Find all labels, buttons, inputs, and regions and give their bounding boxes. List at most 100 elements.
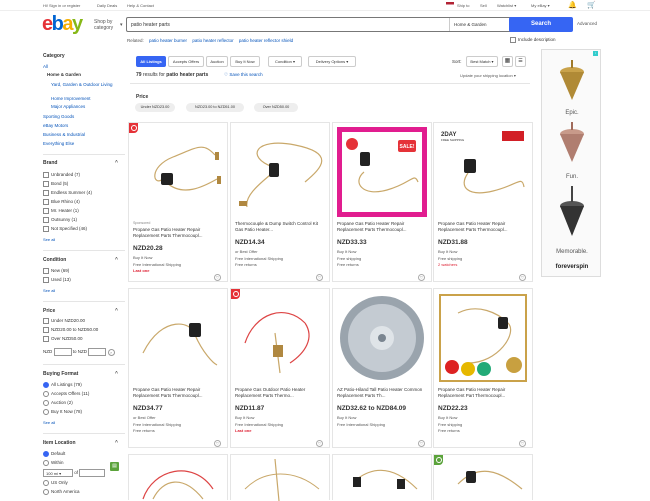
sign-in-link[interactable]: Hi! Sign in or register xyxy=(43,3,80,8)
price-option[interactable]: NZD20.00 to NZD50.00 xyxy=(43,327,98,333)
shop-by-category-button[interactable]: Shop by category ▾ xyxy=(94,19,123,31)
condition-heading[interactable]: Condition ^ xyxy=(43,257,125,263)
brand-option[interactable]: Outsunny (1) xyxy=(43,217,77,223)
see-all-link[interactable]: See all xyxy=(43,420,55,425)
brand-option[interactable]: Unbranded (7) xyxy=(43,172,80,178)
sell-link[interactable]: Sell xyxy=(480,3,487,8)
category-home-garden[interactable]: Home & Garden xyxy=(47,72,81,77)
checkbox[interactable] xyxy=(43,199,49,205)
product-card[interactable]: Propane Gas Outdoor Patio Heater Replace… xyxy=(230,288,330,448)
related-link[interactable]: patio heater reflector xyxy=(192,38,233,43)
ad-choices-icon[interactable]: i xyxy=(593,51,598,56)
category-ebay-motors[interactable]: eBay Motors xyxy=(43,123,68,128)
condition-option[interactable]: New (69) xyxy=(43,268,69,274)
heart-icon[interactable]: ♡ xyxy=(316,274,323,281)
radio[interactable] xyxy=(43,400,49,406)
product-card[interactable]: Propane Gas Patio Heater Repair Replacem… xyxy=(433,288,533,448)
heart-icon[interactable]: ♡ xyxy=(418,274,425,281)
checkbox[interactable] xyxy=(43,327,49,333)
product-title[interactable]: Propane Gas Patio Heater Repair Replacem… xyxy=(438,221,530,233)
heart-icon[interactable]: ♡ xyxy=(519,274,526,281)
brand-option[interactable]: Blue Rhino (4) xyxy=(43,199,80,205)
related-link[interactable]: patio heater reflector shield xyxy=(239,38,293,43)
chevron-right-icon[interactable]: › xyxy=(107,348,115,356)
product-image[interactable] xyxy=(235,127,325,217)
radio[interactable] xyxy=(43,460,49,466)
radio[interactable] xyxy=(43,480,49,486)
cart-icon[interactable]: 🛒 xyxy=(587,1,596,9)
product-image[interactable] xyxy=(133,459,223,501)
product-title[interactable]: AZ Patio-Hiland Tall Patio Heater Common… xyxy=(337,387,429,399)
radio[interactable] xyxy=(43,382,49,388)
checkbox[interactable] xyxy=(43,268,49,274)
product-title[interactable]: Thermocouple & Dump Switch Control Kit G… xyxy=(235,221,327,233)
location-option[interactable]: Within xyxy=(43,460,64,466)
radio[interactable] xyxy=(43,451,49,457)
min-price-input[interactable] xyxy=(53,348,72,356)
ebay-logo[interactable]: ebay xyxy=(42,13,83,36)
format-option[interactable]: Auction (2) xyxy=(43,400,73,406)
location-option[interactable]: Default xyxy=(43,451,65,457)
shipping-location-link[interactable]: Update your shipping location ▾ xyxy=(460,73,516,78)
product-card[interactable]: AZ Patio-Hiland Tall Patio Heater Common… xyxy=(332,288,432,448)
checkbox[interactable] xyxy=(43,318,49,324)
item-location-heading[interactable]: Item Location ^ xyxy=(43,440,125,446)
checkbox[interactable] xyxy=(43,277,49,283)
watchlist-link[interactable]: Watchlist ▾ xyxy=(497,3,516,8)
checkbox[interactable] xyxy=(43,336,49,342)
save-search-link[interactable]: ♡ Save this search xyxy=(224,72,263,78)
product-image[interactable] xyxy=(235,293,325,383)
checkbox[interactable] xyxy=(43,181,49,187)
product-card[interactable] xyxy=(230,454,330,501)
tab-buy-it-now[interactable]: Buy It Now xyxy=(230,56,260,67)
product-image[interactable] xyxy=(438,459,528,501)
product-image[interactable]: SALE! xyxy=(337,127,427,217)
heart-icon[interactable]: ♡ xyxy=(316,440,323,447)
brand-option[interactable]: Bond (5) xyxy=(43,181,68,187)
product-card[interactable]: SALE! Propane Gas Patio Heater Repair Re… xyxy=(332,122,432,282)
checkbox[interactable] xyxy=(510,37,516,43)
product-image[interactable] xyxy=(337,459,427,501)
checkbox[interactable] xyxy=(43,172,49,178)
buying-format-heading[interactable]: Buying Format ^ xyxy=(43,371,125,377)
product-card[interactable] xyxy=(433,454,533,500)
checkbox[interactable] xyxy=(43,190,49,196)
checkbox[interactable] xyxy=(43,217,49,223)
product-card[interactable]: Propane Gas Patio Heater Repair Replacem… xyxy=(128,288,228,448)
product-title[interactable]: Propane Gas Patio Heater Repair Replacem… xyxy=(438,387,530,399)
price-heading[interactable]: Price ^ xyxy=(43,308,125,314)
heart-icon[interactable]: ♡ xyxy=(418,440,425,447)
list-view-icon[interactable]: ☰ xyxy=(515,56,526,67)
heart-icon[interactable]: ♡ xyxy=(214,274,221,281)
format-option[interactable]: All Listings (79) xyxy=(43,382,82,388)
product-image[interactable] xyxy=(133,127,223,217)
tab-all-listings[interactable]: All Listings xyxy=(136,56,166,67)
product-image[interactable] xyxy=(235,459,325,501)
category-major-appliances[interactable]: Major Appliances xyxy=(51,104,85,109)
product-image[interactable] xyxy=(337,293,427,383)
heart-icon[interactable]: ♡ xyxy=(214,440,221,447)
product-card[interactable] xyxy=(128,454,228,500)
location-option[interactable]: US Only xyxy=(43,480,68,486)
condition-filter-button[interactable]: Condition ▾ xyxy=(268,56,302,67)
max-price-input[interactable] xyxy=(88,348,107,356)
help-link[interactable]: Help & Contact xyxy=(127,3,154,8)
product-image[interactable] xyxy=(438,293,528,383)
product-card[interactable]: Thermocouple & Dump Switch Control Kit G… xyxy=(230,122,330,282)
brand-heading[interactable]: Brand ^ xyxy=(43,160,125,166)
search-input[interactable] xyxy=(131,22,431,28)
checkbox[interactable] xyxy=(43,208,49,214)
radio[interactable] xyxy=(43,489,49,495)
product-title[interactable]: Propane Gas Outdoor Patio Heater Replace… xyxy=(235,387,327,399)
radio[interactable] xyxy=(43,409,49,415)
format-option[interactable]: Accepts Offers (11) xyxy=(43,391,89,397)
product-image[interactable] xyxy=(133,293,223,383)
category-sporting-goods[interactable]: Sporting Goods xyxy=(43,114,74,119)
feedback-icon[interactable]: ▤ xyxy=(110,462,119,471)
related-link[interactable]: patio heater burner xyxy=(149,38,187,43)
delivery-options-button[interactable]: Delivery Options ▾ xyxy=(308,56,356,67)
product-card[interactable]: 2DAY FREE SHIPPING Propane Gas Patio Hea… xyxy=(433,122,533,282)
sort-select[interactable]: Best Match ▾ xyxy=(466,56,498,67)
ad-banner[interactable]: i Epic. Fun. Memorable. foreverspin xyxy=(541,49,601,277)
zip-input[interactable] xyxy=(79,469,106,477)
